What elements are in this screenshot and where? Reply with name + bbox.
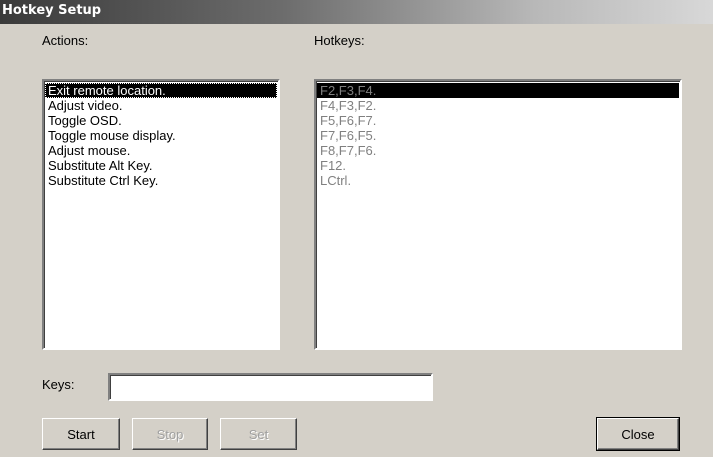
hotkeys-list-item[interactable]: F7,F6,F5. — [317, 128, 679, 143]
actions-list-item[interactable]: Adjust mouse. — [45, 143, 277, 158]
hotkeys-listbox[interactable]: F2,F3,F4. F4,F3,F2. F5,F6,F7. F7,F6,F5. F8,F… — [314, 79, 682, 350]
actions-list-item[interactable]: Exit remote location. — [45, 83, 277, 98]
hotkeys-list-item[interactable]: F2,F3,F4. — [317, 83, 679, 98]
actions-list[interactable]: Exit remote location. Adjust video. Toggle… — [44, 81, 278, 190]
actions-list-item[interactable]: Toggle OSD. — [45, 113, 277, 128]
hotkey-setup-window: Hotkey Setup Actions: Hotkeys: Exit remo… — [0, 0, 713, 457]
actions-list-item[interactable]: Substitute Ctrl Key. — [45, 173, 277, 188]
close-button[interactable]: Close — [596, 417, 680, 451]
hotkeys-list-item[interactable]: LCtrl. — [317, 173, 679, 188]
hotkeys-list-item[interactable]: F12. — [317, 158, 679, 173]
keys-input[interactable] — [108, 373, 433, 401]
window-title: Hotkey Setup — [2, 3, 102, 18]
start-button[interactable]: Start — [42, 418, 120, 450]
actions-label: Actions: — [42, 33, 89, 48]
keys-label: Keys: — [42, 377, 75, 392]
actions-listbox[interactable]: Exit remote location. Adjust video. Toggle… — [42, 79, 280, 350]
hotkeys-list-item[interactable]: F5,F6,F7. — [317, 113, 679, 128]
actions-list-item[interactable]: Toggle mouse display. — [45, 128, 277, 143]
actions-list-item[interactable]: Adjust video. — [45, 98, 277, 113]
stop-button[interactable]: Stop — [132, 418, 208, 450]
set-button[interactable]: Set — [220, 418, 297, 450]
hotkeys-label: Hotkeys: — [314, 33, 365, 48]
hotkeys-list-item[interactable]: F4,F3,F2. — [317, 98, 679, 113]
actions-list-item[interactable]: Substitute Alt Key. — [45, 158, 277, 173]
title-bar[interactable]: Hotkey Setup — [0, 0, 713, 24]
hotkeys-list-item[interactable]: F8,F7,F6. — [317, 143, 679, 158]
hotkeys-list[interactable]: F2,F3,F4. F4,F3,F2. F5,F6,F7. F7,F6,F5. F8,F… — [316, 81, 680, 190]
